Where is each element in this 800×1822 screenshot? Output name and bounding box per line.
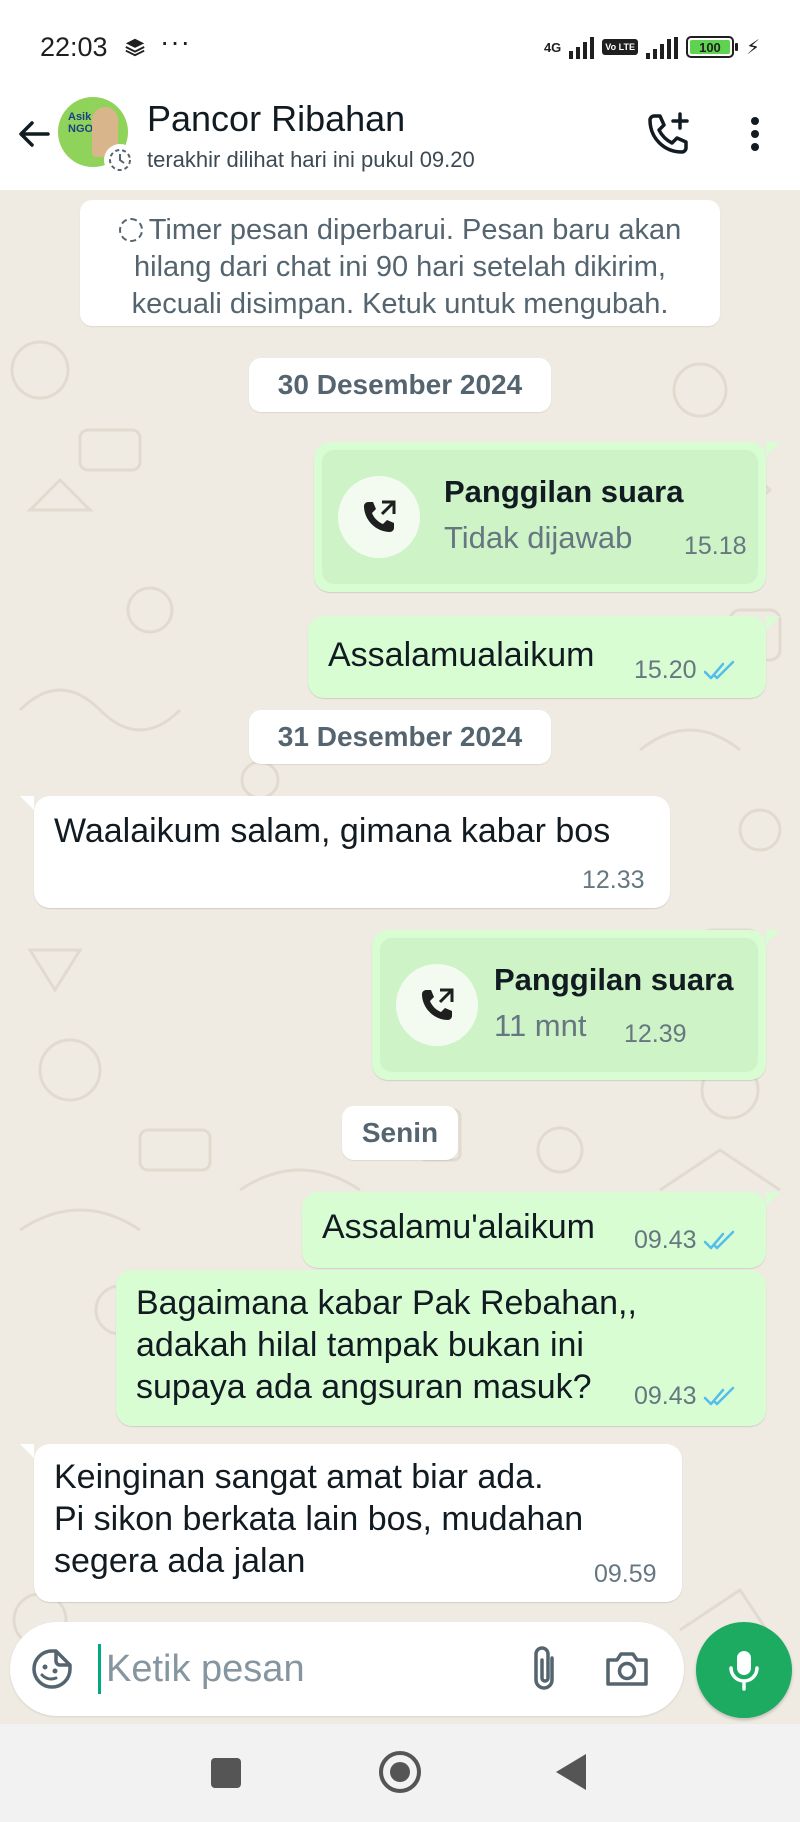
bubble-tail <box>766 442 780 456</box>
text-caret <box>98 1644 101 1694</box>
camera-icon[interactable] <box>602 1644 652 1694</box>
last-seen-status: terakhir dilihat hari ini pukul 09.20 <box>147 147 475 172</box>
paperclip-icon[interactable] <box>522 1644 568 1694</box>
read-ticks-icon <box>703 1230 734 1249</box>
message-time: 12.33 <box>582 866 645 894</box>
message-text: Keinginan sangat amat biar ada. Pi sikon… <box>54 1456 583 1582</box>
message-line: Pi sikon berkata lain bos, mudahan <box>54 1500 584 1538</box>
battery-level: 100 <box>689 40 730 55</box>
status-time: 22:03 <box>40 32 108 62</box>
status-bar: 22:03 ··· 4G Vo LTE 100 ⚡ <box>0 0 800 92</box>
network-type: 4G <box>543 39 562 55</box>
call-icon-circle <box>338 476 420 558</box>
message-time: 15.20 <box>634 656 697 684</box>
chat-header: Asik NGOPI Pancor Ribahan terakhir diliha… <box>0 92 800 190</box>
message-meta: 15.20 <box>634 656 737 685</box>
home-button[interactable] <box>379 1751 421 1793</box>
date-separator: 31 Desember 2024 <box>249 710 551 764</box>
outgoing-message[interactable]: Bagaimana kabar Pak Rebahan,, adakah hil… <box>116 1270 766 1426</box>
message-input[interactable] <box>106 1640 506 1698</box>
system-nav-bar <box>0 1724 800 1822</box>
timer-notice-text: Timer pesan diperbarui. Pesan baru akan … <box>131 214 682 320</box>
message-meta: 09.43 <box>634 1226 737 1255</box>
outgoing-call-icon <box>364 500 396 532</box>
bubble-tail <box>20 796 34 810</box>
call-duration: 11 mnt <box>494 1008 587 1043</box>
message-text: Bagaimana kabar Pak Rebahan,, adakah hil… <box>136 1282 637 1408</box>
outgoing-message[interactable]: Assalamu'alaikum 09.43 <box>302 1192 766 1268</box>
contact-name[interactable]: Pancor Ribahan <box>147 98 405 140</box>
chat-area[interactable]: Timer pesan diperbarui. Pesan baru akan … <box>0 190 800 1724</box>
sticker-emoji-icon[interactable] <box>30 1647 74 1691</box>
message-line: Bagaimana kabar Pak Rebahan,, <box>136 1284 637 1322</box>
more-notifications-icon: ··· <box>160 26 191 57</box>
message-time: 09.59 <box>594 1560 657 1588</box>
add-call-icon[interactable] <box>644 110 692 158</box>
message-time: 15.18 <box>684 532 747 560</box>
message-line: segera ada jalan <box>54 1542 306 1580</box>
call-card: Panggilan suara Tidak dijawab 15.18 <box>322 450 758 584</box>
call-icon-circle <box>396 964 478 1046</box>
date-separator: Senin <box>342 1106 458 1160</box>
signal-icon <box>569 35 595 59</box>
message-text: Waalaikum salam, gimana kabar bos <box>54 812 611 850</box>
call-title: Panggilan suara <box>494 962 734 997</box>
outgoing-call-icon <box>422 988 454 1020</box>
voice-record-button[interactable] <box>696 1622 792 1718</box>
message-line: Keinginan sangat amat biar ada. <box>54 1458 544 1496</box>
signal-icon-2 <box>645 35 678 59</box>
message-time: 09.43 <box>634 1226 697 1254</box>
bubble-tail <box>766 616 780 630</box>
battery-icon: 100 <box>685 36 738 58</box>
call-status: Tidak dijawab <box>444 520 633 555</box>
bubble-tail <box>20 1444 34 1458</box>
bubble-tail <box>766 1192 780 1206</box>
layers-icon <box>125 38 145 57</box>
call-message-bubble[interactable]: Panggilan suara 11 mnt 12.39 <box>372 930 766 1080</box>
message-time: 12.39 <box>624 1020 687 1048</box>
message-time: 09.43 <box>634 1382 697 1410</box>
call-message-bubble[interactable]: Panggilan suara Tidak dijawab 15.18 <box>314 442 766 592</box>
incoming-message[interactable]: Waalaikum salam, gimana kabar bos 12.33 <box>34 796 670 908</box>
message-meta: 09.43 <box>634 1382 737 1411</box>
disappearing-timer-small-icon <box>118 218 143 242</box>
read-ticks-icon <box>703 660 734 679</box>
message-line: supaya ada angsuran masuk? <box>136 1368 592 1406</box>
message-composer <box>10 1622 684 1716</box>
back-arrow-icon[interactable] <box>14 114 54 154</box>
call-card: Panggilan suara 11 mnt 12.39 <box>380 938 758 1072</box>
message-text: Assalamualaikum <box>328 636 595 674</box>
disappearing-timer-icon <box>104 144 136 176</box>
incoming-message[interactable]: Keinginan sangat amat biar ada. Pi sikon… <box>34 1444 682 1602</box>
more-options-icon[interactable] <box>740 112 770 156</box>
bubble-tail <box>766 930 780 944</box>
call-title: Panggilan suara <box>444 474 684 509</box>
microphone-icon <box>729 1651 759 1691</box>
charging-icon: ⚡ <box>745 36 760 59</box>
message-text: Assalamu'alaikum <box>322 1208 595 1246</box>
read-ticks-icon <box>703 1386 734 1405</box>
outgoing-message[interactable]: Assalamualaikum 15.20 <box>308 616 766 698</box>
date-separator: 30 Desember 2024 <box>249 358 551 412</box>
timer-notice[interactable]: Timer pesan diperbarui. Pesan baru akan … <box>80 200 720 326</box>
message-line: adakah hilal tampak bukan ini <box>136 1326 584 1364</box>
volte-badge: Vo LTE <box>602 39 638 55</box>
system-back-button[interactable] <box>556 1754 586 1790</box>
recents-button[interactable] <box>211 1758 241 1788</box>
